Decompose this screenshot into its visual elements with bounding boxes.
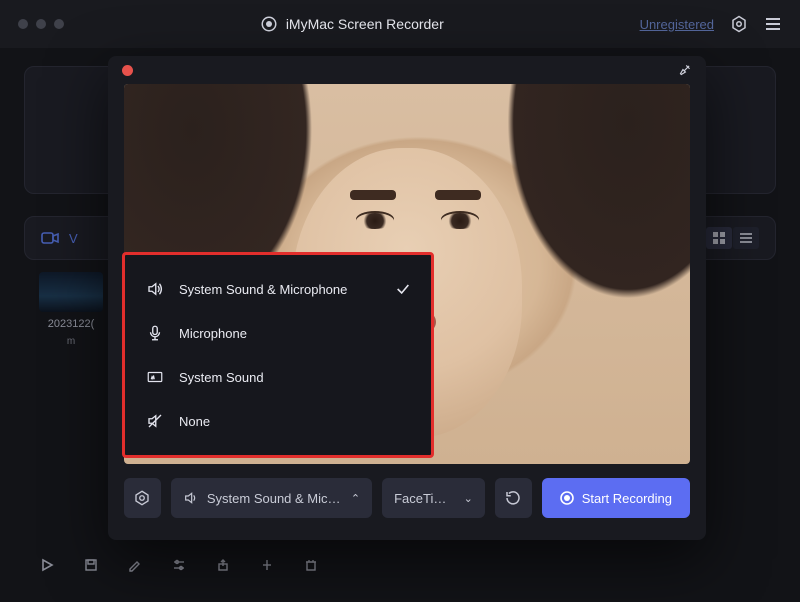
edit-icon[interactable] (128, 558, 142, 572)
mute-icon (145, 412, 165, 430)
audio-source-label: System Sound & Microphone (207, 491, 341, 506)
titlebar: iMyMac Screen Recorder Unregistered (0, 0, 800, 48)
audio-option-label: System Sound & Microphone (179, 282, 347, 297)
pin-icon[interactable] (675, 60, 695, 80)
maximize-window-button[interactable] (54, 19, 64, 29)
view-toggle (706, 227, 759, 249)
audio-option-system-and-mic[interactable]: System Sound & Microphone (125, 267, 431, 311)
registration-link[interactable]: Unregistered (640, 17, 714, 32)
thumbnail-filename-line2: m (67, 336, 75, 347)
check-icon (395, 281, 411, 297)
audio-option-microphone[interactable]: Microphone (125, 311, 431, 355)
app-title-text: iMyMac Screen Recorder (286, 16, 444, 32)
audio-option-label: None (179, 414, 210, 429)
app-title: iMyMac Screen Recorder (64, 15, 640, 33)
delete-icon[interactable] (304, 558, 318, 572)
chevron-up-icon: ⌃ (351, 492, 360, 505)
record-icon (560, 491, 574, 505)
media-tabs: V (41, 231, 78, 246)
start-recording-label: Start Recording (582, 491, 672, 506)
microphone-icon (145, 324, 165, 342)
save-icon[interactable] (84, 558, 98, 572)
audio-option-label: Microphone (179, 326, 247, 341)
preview-close-button[interactable] (122, 65, 133, 76)
sliders-icon[interactable] (172, 558, 186, 572)
audio-source-menu: System Sound & Microphone Microphone Sys… (122, 252, 434, 458)
play-icon[interactable] (40, 558, 54, 572)
video-icon (41, 231, 59, 245)
thumbnail-filename: 2023122( (48, 318, 95, 330)
bottom-toolbar (40, 558, 318, 572)
audio-option-system-sound[interactable]: System Sound (125, 355, 431, 399)
reset-button[interactable] (495, 478, 532, 518)
compress-icon[interactable] (260, 558, 274, 572)
media-thumbnail[interactable]: 2023122( m (28, 272, 114, 347)
start-recording-button[interactable]: Start Recording (542, 478, 690, 518)
settings-icon[interactable] (730, 15, 748, 33)
list-view-button[interactable] (733, 227, 759, 249)
media-tab-label[interactable]: V (69, 231, 78, 246)
preview-settings-button[interactable] (124, 478, 161, 518)
audio-source-dropdown[interactable]: System Sound & Microphone ⌃ (171, 478, 372, 518)
camera-source-dropdown[interactable]: FaceTime … ⌄ (382, 478, 485, 518)
menu-icon[interactable] (764, 17, 782, 31)
app-logo-icon (260, 15, 278, 33)
camera-source-label: FaceTime … (394, 491, 454, 506)
thumbnail-image (39, 272, 103, 312)
audio-option-none[interactable]: None (125, 399, 431, 443)
audio-option-label: System Sound (179, 370, 264, 385)
minimize-window-button[interactable] (36, 19, 46, 29)
chevron-down-icon: ⌄ (464, 492, 473, 505)
export-icon[interactable] (216, 558, 230, 572)
grid-view-button[interactable] (706, 227, 732, 249)
speaker-icon (183, 490, 199, 506)
preview-titlebar (108, 56, 706, 84)
speaker-icon (145, 280, 165, 298)
window-controls (18, 19, 64, 29)
close-window-button[interactable] (18, 19, 28, 29)
titlebar-right: Unregistered (640, 15, 782, 33)
system-sound-icon (145, 368, 165, 386)
preview-controls: System Sound & Microphone ⌃ FaceTime … ⌄… (108, 464, 706, 518)
